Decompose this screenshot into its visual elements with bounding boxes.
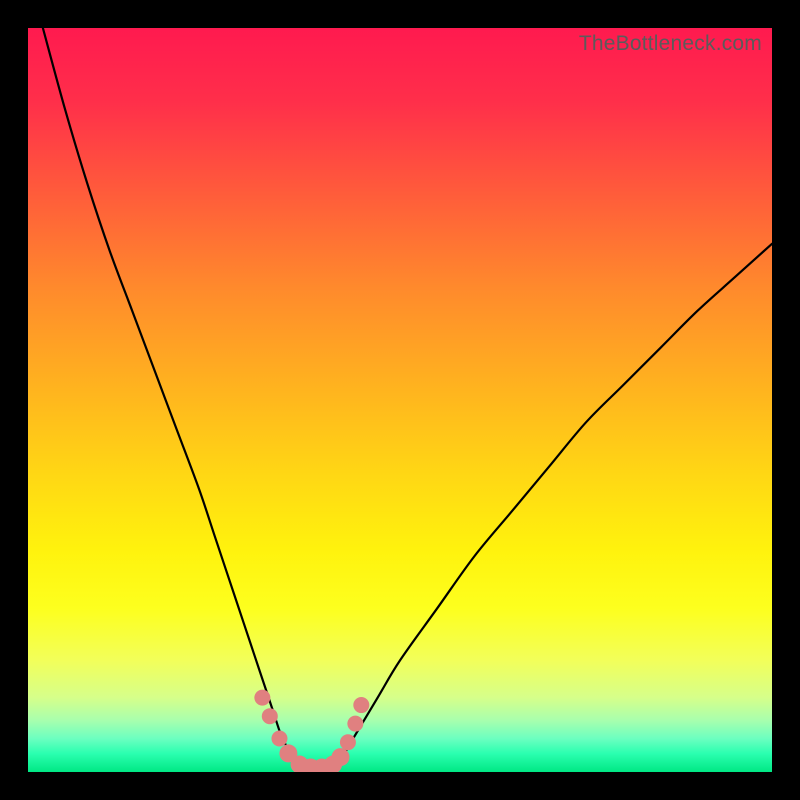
marker-dot — [262, 708, 278, 724]
chart-frame: TheBottleneck.com — [0, 0, 800, 800]
marker-dot — [254, 690, 270, 706]
marker-dot — [353, 697, 369, 713]
marker-dot — [347, 716, 363, 732]
marker-dot — [340, 734, 356, 750]
bottleneck-curve — [43, 28, 772, 769]
marker-dot — [331, 748, 349, 766]
plot-area: TheBottleneck.com — [28, 28, 772, 772]
watermark-text: TheBottleneck.com — [579, 32, 762, 56]
marker-dot — [271, 731, 287, 747]
marker-strip — [254, 690, 369, 772]
chart-svg — [28, 28, 772, 772]
